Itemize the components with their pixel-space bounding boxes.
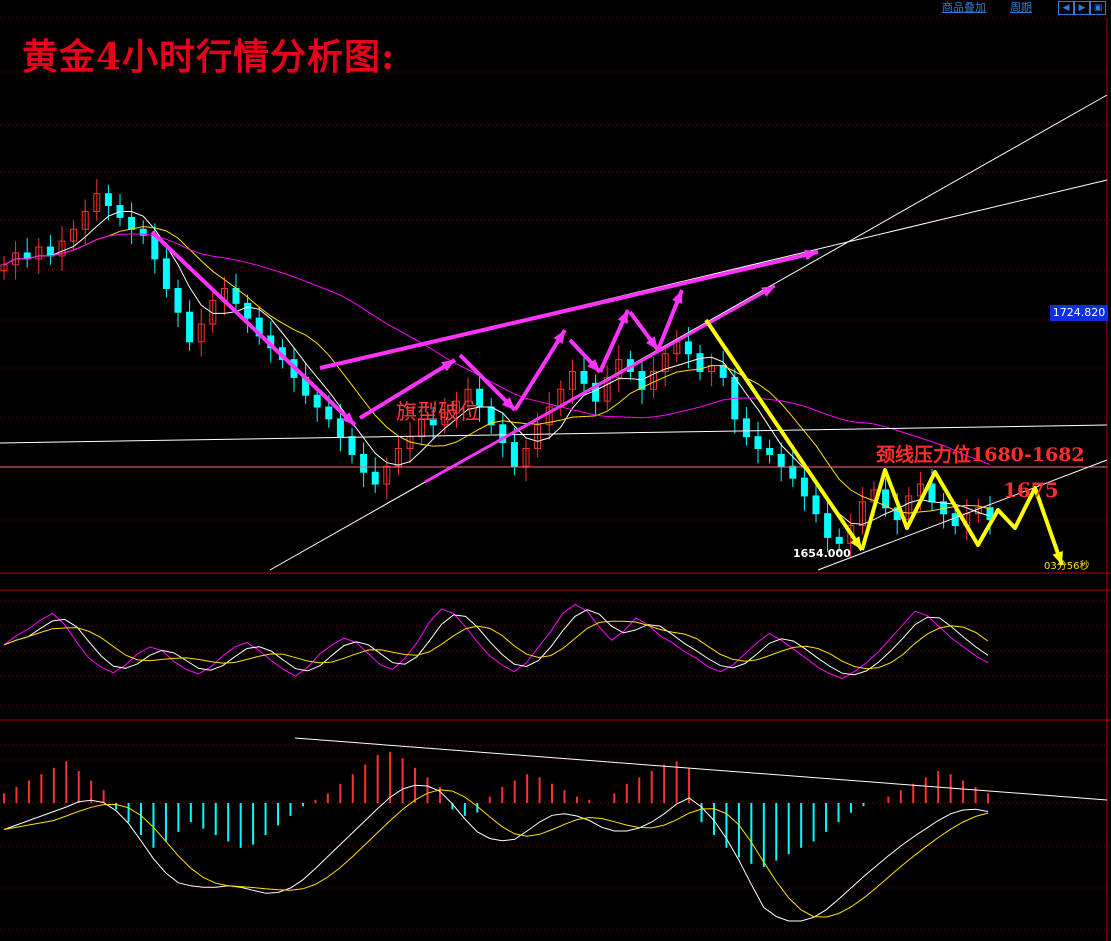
candle-body bbox=[742, 418, 750, 438]
candle-body bbox=[510, 442, 518, 467]
up-arrow-head bbox=[672, 290, 683, 304]
neckline-label: 颈线压力位1680-1682 bbox=[876, 444, 1085, 466]
candle-body bbox=[766, 448, 774, 455]
flag-upper-arrow bbox=[319, 250, 819, 370]
candle-body bbox=[835, 536, 843, 544]
candlestick-panel bbox=[0, 178, 994, 559]
candle-body bbox=[777, 453, 785, 467]
osc-fast-line bbox=[3, 603, 989, 679]
candle-body bbox=[789, 465, 797, 479]
macd-dif-line bbox=[3, 784, 989, 922]
overlay-button[interactable]: 商品叠加 bbox=[942, 0, 986, 16]
drop-arrow bbox=[704, 318, 864, 552]
chart-canvas bbox=[0, 17, 1111, 941]
candle-body bbox=[325, 406, 333, 420]
candle-body bbox=[174, 288, 182, 313]
candle-body bbox=[812, 495, 820, 515]
chart-title: 黄金4小时行情分析图: bbox=[22, 36, 396, 78]
flag-lower-arrow bbox=[424, 284, 776, 484]
candle-body bbox=[754, 436, 762, 450]
candle-body bbox=[162, 258, 170, 290]
grid-lines bbox=[0, 17, 1111, 941]
current-price-tag: 1724.820 bbox=[1050, 305, 1108, 321]
candle-body bbox=[128, 216, 136, 230]
osc-slow-line bbox=[3, 620, 989, 670]
candle-body bbox=[313, 394, 321, 408]
trend-lines bbox=[0, 94, 1108, 571]
candle-body bbox=[928, 483, 936, 503]
candle-body bbox=[104, 193, 112, 207]
down-arrow bbox=[150, 230, 357, 427]
target-label: 1675 bbox=[1003, 478, 1059, 502]
trend-line bbox=[269, 94, 1108, 571]
countdown-label: 03分56秒 bbox=[1044, 561, 1090, 572]
candle-body bbox=[336, 418, 344, 438]
candle-body bbox=[719, 365, 727, 378]
candle-body bbox=[684, 341, 692, 355]
candle-body bbox=[186, 311, 194, 343]
candle-body bbox=[360, 453, 368, 473]
ma-long-line bbox=[3, 233, 991, 465]
macd-panel bbox=[3, 737, 1108, 922]
period-button[interactable]: 周期 bbox=[1010, 0, 1032, 16]
macd-trend-line bbox=[294, 737, 1108, 801]
candle-body bbox=[232, 288, 240, 304]
expand-icon[interactable]: ▣ bbox=[1090, 1, 1106, 15]
nav-right-icon[interactable]: ▶ bbox=[1074, 1, 1090, 15]
candle-body bbox=[951, 513, 959, 527]
candle-body bbox=[371, 471, 379, 485]
candle-body bbox=[580, 370, 588, 384]
flag-break-label: 旗型破位 bbox=[396, 400, 480, 424]
candle-body bbox=[800, 477, 808, 497]
candle-body bbox=[824, 513, 832, 538]
oscillator-panel bbox=[3, 603, 989, 679]
osc-signal-line bbox=[3, 609, 989, 676]
candle-body bbox=[348, 436, 356, 455]
candle-body bbox=[244, 302, 252, 319]
nav-left-icon[interactable]: ◀ bbox=[1058, 1, 1074, 15]
low-price-label: 1654.000 bbox=[793, 547, 851, 560]
